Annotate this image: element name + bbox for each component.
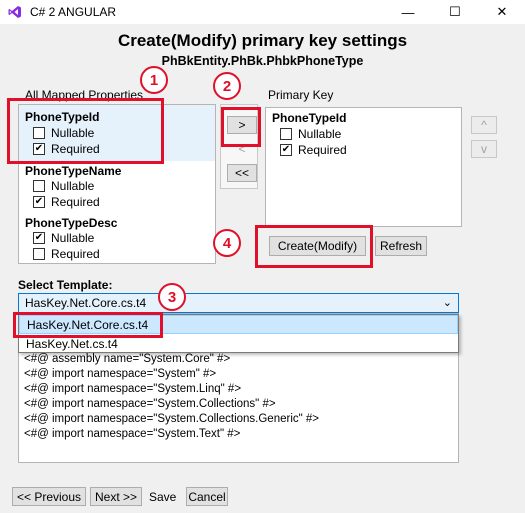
- code-line: <#@ import namespace="System.Text" #>: [24, 428, 241, 440]
- required-checkbox[interactable]: ✔: [33, 196, 45, 208]
- title-bar: C# 2 ANGULAR — ☐ ✕: [0, 0, 525, 24]
- required-label: Required: [51, 195, 100, 209]
- code-line: <#@ assembly name="System.Core" #>: [24, 353, 231, 365]
- remove-all-button[interactable]: <<: [227, 164, 257, 182]
- template-select[interactable]: HasKey.Net.Core.cs.t4 ⌄: [18, 293, 459, 313]
- select-template-label: Select Template:: [18, 278, 113, 292]
- nullable-checkbox[interactable]: [33, 180, 45, 192]
- property-item[interactable]: PhoneTypeName Nullable ✔ Required: [19, 162, 215, 215]
- save-button[interactable]: Save: [149, 490, 176, 504]
- annotation-box-1: [7, 98, 164, 164]
- nullable-checkbox[interactable]: ✔: [33, 232, 45, 244]
- property-name: PhoneTypeId: [272, 111, 347, 125]
- template-selected-value: HasKey.Net.Core.cs.t4: [25, 296, 147, 310]
- nullable-label: Nullable: [51, 179, 95, 193]
- annotation-badge-4: 4: [213, 229, 241, 257]
- entity-subtitle: PhBkEntity.PhBk.PhbkPhoneType: [161, 54, 364, 68]
- primary-key-list[interactable]: PhoneTypeId Nullable ✔ Required: [265, 107, 462, 227]
- minimize-icon[interactable]: —: [385, 0, 431, 24]
- annotation-badge-1: 1: [140, 66, 168, 94]
- annotation-badge-2: 2: [213, 72, 241, 100]
- code-line: <#@ import namespace="System.Collections…: [24, 413, 320, 425]
- maximize-icon[interactable]: ☐: [432, 0, 478, 24]
- property-name: PhoneTypeName: [25, 164, 122, 178]
- code-line: <#@ import namespace="System.Linq" #>: [24, 383, 242, 395]
- annotation-box-3: [13, 312, 163, 338]
- close-icon[interactable]: ✕: [479, 0, 525, 24]
- required-label: Required: [298, 143, 347, 157]
- page-title: Create(Modify) primary key settings: [117, 31, 408, 50]
- required-label: Required: [51, 247, 100, 261]
- window-title: C# 2 ANGULAR: [30, 5, 117, 19]
- move-down-button[interactable]: v: [471, 140, 497, 158]
- required-checkbox[interactable]: ✔: [280, 144, 292, 156]
- annotation-badge-3: 3: [158, 283, 186, 311]
- code-line: <#@ import namespace="System.Collections…: [24, 398, 276, 410]
- annotation-box-2: [221, 107, 261, 147]
- primary-key-label: Primary Key: [268, 88, 334, 102]
- chevron-down-icon: ⌄: [442, 297, 452, 309]
- visual-studio-icon: [8, 6, 21, 18]
- refresh-button[interactable]: Refresh: [375, 236, 427, 256]
- move-up-button[interactable]: ^: [471, 116, 497, 134]
- annotation-box-4: [255, 225, 373, 268]
- nullable-label: Nullable: [51, 231, 95, 245]
- code-line: <#@ import namespace="System" #>: [24, 368, 217, 380]
- nullable-label: Nullable: [298, 127, 342, 141]
- property-item[interactable]: PhoneTypeDesc ✔ Nullable Required: [19, 214, 215, 263]
- cancel-button[interactable]: Cancel: [186, 487, 228, 506]
- next-button[interactable]: Next >>: [90, 487, 142, 506]
- previous-button[interactable]: << Previous: [12, 487, 86, 506]
- property-name: PhoneTypeDesc: [25, 216, 118, 230]
- required-checkbox[interactable]: [33, 248, 45, 260]
- nullable-checkbox[interactable]: [280, 128, 292, 140]
- template-option-label: HasKey.Net.cs.t4: [26, 337, 118, 351]
- key-item[interactable]: PhoneTypeId Nullable ✔ Required: [266, 108, 461, 164]
